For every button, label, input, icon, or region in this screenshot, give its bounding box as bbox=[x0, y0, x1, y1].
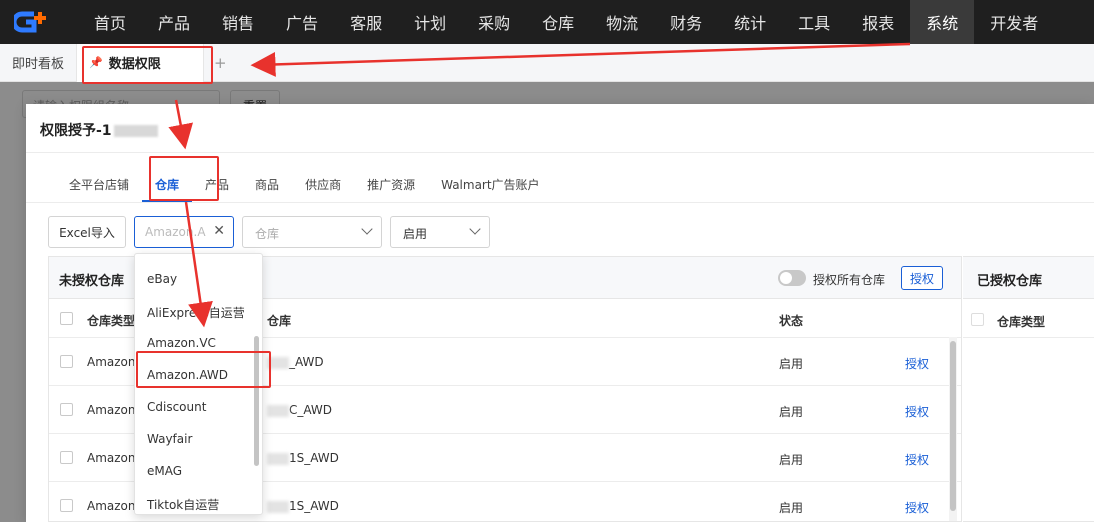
select-all-checkbox[interactable] bbox=[971, 313, 984, 326]
nav-item-warehouse[interactable]: 仓库 bbox=[526, 0, 590, 44]
cell-status: 启用 bbox=[779, 357, 804, 371]
column-header-type: 仓库类型 bbox=[87, 314, 136, 328]
panel-header: 已授权仓库 bbox=[963, 257, 1094, 299]
subtab-promotion[interactable]: 推广资源 bbox=[354, 166, 428, 202]
divider bbox=[26, 202, 1094, 203]
redacted-text bbox=[267, 452, 289, 465]
row-authorize-link[interactable]: 授权 bbox=[905, 451, 929, 468]
panel-title: 未授权仓库 bbox=[59, 274, 125, 289]
warehouse-select[interactable]: 仓库 bbox=[242, 216, 382, 248]
redacted-text bbox=[113, 125, 158, 137]
table-scrollbar-thumb[interactable] bbox=[950, 341, 956, 511]
dropdown-option-aliexpress[interactable]: AliExpress自运营 bbox=[135, 295, 255, 327]
dropdown-option-tiktok[interactable]: Tiktok自运营 bbox=[135, 487, 255, 514]
nav-item-sales[interactable]: 销售 bbox=[206, 0, 270, 44]
nav-item-system[interactable]: 系统 bbox=[910, 0, 975, 44]
divider bbox=[963, 337, 1094, 338]
tab-label: 即时看板 bbox=[12, 57, 65, 72]
nav-item-service[interactable]: 客服 bbox=[334, 0, 398, 44]
app-logo[interactable] bbox=[0, 0, 78, 44]
subtab-walmart-ads[interactable]: Walmart广告账户 bbox=[428, 166, 552, 202]
nav-item-logistics[interactable]: 物流 bbox=[590, 0, 654, 44]
panel-title: 已授权仓库 bbox=[977, 274, 1043, 289]
cell-warehouse-text: C_AWD bbox=[289, 403, 333, 417]
select-all-checkbox[interactable] bbox=[60, 312, 73, 325]
nav-item-purchase[interactable]: 采购 bbox=[462, 0, 526, 44]
redacted-text bbox=[267, 404, 289, 417]
authorized-warehouse-panel: 已授权仓库 仓库类型 bbox=[963, 256, 1094, 522]
cell-warehouse: 1S_AWD bbox=[267, 451, 339, 465]
nav-item-statistics[interactable]: 统计 bbox=[718, 0, 782, 44]
subtab-goods[interactable]: 商品 bbox=[242, 166, 292, 202]
modal-title-text: 权限授予-1 bbox=[40, 123, 112, 139]
nav-item-developer[interactable]: 开发者 bbox=[974, 0, 1054, 44]
subtab-all-stores[interactable]: 全平台店铺 bbox=[56, 166, 142, 202]
permission-type-tabs: 全平台店铺 仓库 产品 商品 供应商 推广资源 Walmart广告账户 bbox=[56, 166, 553, 202]
cell-warehouse: 1S_AWD bbox=[267, 499, 339, 513]
cell-status: 启用 bbox=[779, 501, 804, 515]
annotation-box-warehouse-subtab bbox=[149, 156, 219, 201]
modal-title: 权限授予-1 bbox=[40, 120, 158, 140]
chevron-down-icon bbox=[361, 223, 373, 235]
nav-item-ads[interactable]: 广告 bbox=[270, 0, 334, 44]
status-select[interactable]: 启用 bbox=[390, 216, 490, 248]
divider bbox=[26, 152, 1094, 153]
platform-filter-input[interactable]: Amazon.A ✕ bbox=[134, 216, 234, 248]
row-checkbox[interactable] bbox=[60, 355, 73, 368]
chevron-down-icon bbox=[469, 223, 481, 235]
platform-filter-value: Amazon.A bbox=[145, 225, 206, 239]
toggle-label: 授权所有仓库 bbox=[813, 273, 886, 287]
excel-import-button[interactable]: Excel导入 bbox=[48, 216, 126, 248]
dropdown-option-emag[interactable]: eMAG bbox=[135, 455, 255, 487]
annotation-box-amazon-awd-option bbox=[136, 351, 271, 388]
top-nav-bar: 首页 产品 销售 广告 客服 计划 采购 仓库 物流 财务 统计 工具 报表 系… bbox=[0, 0, 1094, 44]
cell-status: 启用 bbox=[779, 405, 804, 419]
subtab-supplier[interactable]: 供应商 bbox=[292, 166, 354, 202]
cell-warehouse: C_AWD bbox=[267, 403, 332, 417]
nav-item-plan[interactable]: 计划 bbox=[398, 0, 462, 44]
annotation-box-data-permission-tab bbox=[82, 46, 213, 84]
row-authorize-link[interactable]: 授权 bbox=[905, 499, 929, 516]
cell-warehouse-text: _AWD bbox=[289, 355, 324, 369]
row-checkbox[interactable] bbox=[60, 499, 73, 512]
row-checkbox[interactable] bbox=[60, 403, 73, 416]
authorize-all-toggle[interactable] bbox=[778, 270, 806, 286]
authorize-button[interactable]: 授权 bbox=[901, 266, 943, 290]
cell-warehouse-text: 1S_AWD bbox=[289, 499, 339, 513]
tab-dashboard[interactable]: 即时看板 bbox=[0, 44, 76, 82]
warehouse-select-placeholder: 仓库 bbox=[255, 227, 280, 241]
nav-item-reports[interactable]: 报表 bbox=[846, 0, 910, 44]
nav-item-tools[interactable]: 工具 bbox=[782, 0, 846, 44]
nav-item-products[interactable]: 产品 bbox=[142, 0, 206, 44]
logo-icon bbox=[14, 11, 46, 33]
column-header-status: 状态 bbox=[779, 314, 804, 328]
dropdown-option-cdiscount[interactable]: Cdiscount bbox=[135, 391, 255, 423]
nav-item-finance[interactable]: 财务 bbox=[654, 0, 718, 44]
column-header-type: 仓库类型 bbox=[997, 315, 1046, 329]
row-authorize-link[interactable]: 授权 bbox=[905, 355, 929, 372]
column-header-warehouse: 仓库 bbox=[267, 314, 292, 328]
nav-item-home[interactable]: 首页 bbox=[78, 0, 142, 44]
row-authorize-link[interactable]: 授权 bbox=[905, 403, 929, 420]
cell-status: 启用 bbox=[779, 453, 804, 467]
cell-warehouse-text: 1S_AWD bbox=[289, 451, 339, 465]
cell-warehouse: _AWD bbox=[267, 355, 324, 369]
row-checkbox[interactable] bbox=[60, 451, 73, 464]
redacted-text bbox=[267, 500, 289, 513]
dropdown-option-ebay[interactable]: eBay bbox=[135, 263, 255, 295]
clear-icon[interactable]: ✕ bbox=[213, 223, 225, 239]
status-select-value: 启用 bbox=[403, 227, 428, 241]
dropdown-option-wayfair[interactable]: Wayfair bbox=[135, 423, 255, 455]
